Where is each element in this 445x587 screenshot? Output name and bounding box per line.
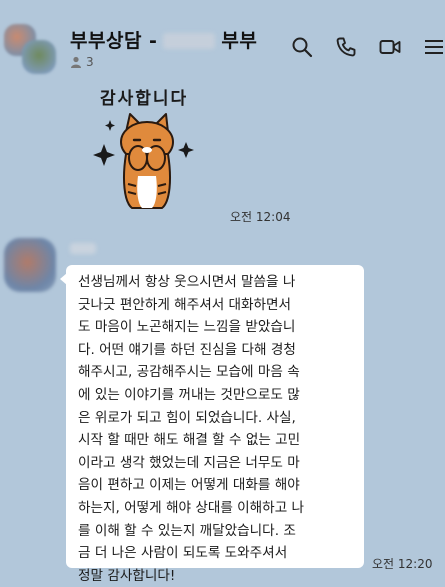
message-line: 에 있는 이야기를 꺼내는 것만으로도 많 bbox=[78, 386, 300, 403]
chat-title-suffix: 부부 bbox=[221, 30, 258, 52]
group-avatar[interactable] bbox=[4, 24, 56, 76]
avatar[interactable] bbox=[4, 238, 56, 292]
member-avatar bbox=[22, 40, 56, 74]
member-count-value: 3 bbox=[86, 55, 94, 69]
message-time: 오전 12:04 bbox=[230, 210, 291, 224]
cat-sticker-icon bbox=[93, 113, 194, 209]
header-actions bbox=[291, 36, 445, 58]
message-line: 를 이해 할 수 있는지 깨달았습니다. 조 bbox=[78, 522, 296, 539]
chat-title: 부부상담 - 부부 bbox=[70, 26, 257, 53]
menu-icon[interactable] bbox=[423, 36, 445, 58]
search-icon[interactable] bbox=[291, 36, 313, 58]
chat-header: 부부상담 - 부부 3 bbox=[0, 0, 445, 80]
video-icon[interactable] bbox=[379, 36, 401, 58]
message-line: 금 더 나은 사람이 되도록 도와주셔서 bbox=[78, 545, 288, 562]
sticker-message[interactable]: 감사합니다 bbox=[88, 84, 208, 214]
message-line: 해주시고, 공감해주시는 모습에 마음 속 bbox=[78, 364, 300, 381]
message-line: 은 위로가 되고 힘이 되었습니다. 사실, bbox=[78, 409, 296, 426]
redacted-name bbox=[163, 33, 216, 49]
message-bubble[interactable]: 선생님께서 항상 웃으시면서 말씀을 나긋나긋 편안하게 해주셔서 대화하면서도… bbox=[60, 265, 364, 584]
member-count[interactable]: 3 bbox=[70, 55, 94, 69]
chat-title-prefix: 부부상담 - bbox=[70, 30, 158, 52]
message-line: 시작 할 때만 해도 해결 할 수 없는 고민 bbox=[78, 432, 301, 449]
message-time: 오전 12:20 bbox=[372, 557, 433, 571]
message-line: 이라고 생각 했었는데 지금은 너무도 마 bbox=[78, 454, 300, 471]
person-icon bbox=[71, 56, 81, 68]
message-line: 도 마음이 노곤해지는 느낌을 받았습니 bbox=[78, 319, 296, 336]
call-icon[interactable] bbox=[335, 36, 357, 58]
sender-name-redacted bbox=[70, 243, 96, 254]
message-line: 긋나긋 편안하게 해주셔서 대화하면서 bbox=[78, 296, 292, 313]
message-line: 다. 어떤 얘기를 하던 진심을 다해 경청 bbox=[78, 341, 296, 358]
message-line: 하는지, 어떻게 해야 상대를 이해하고 나 bbox=[78, 499, 305, 516]
message-line: 음이 편하고 이제는 어떻게 대화를 해야 bbox=[78, 477, 300, 494]
message-line: 선생님께서 항상 웃으시면서 말씀을 나 bbox=[78, 274, 296, 290]
